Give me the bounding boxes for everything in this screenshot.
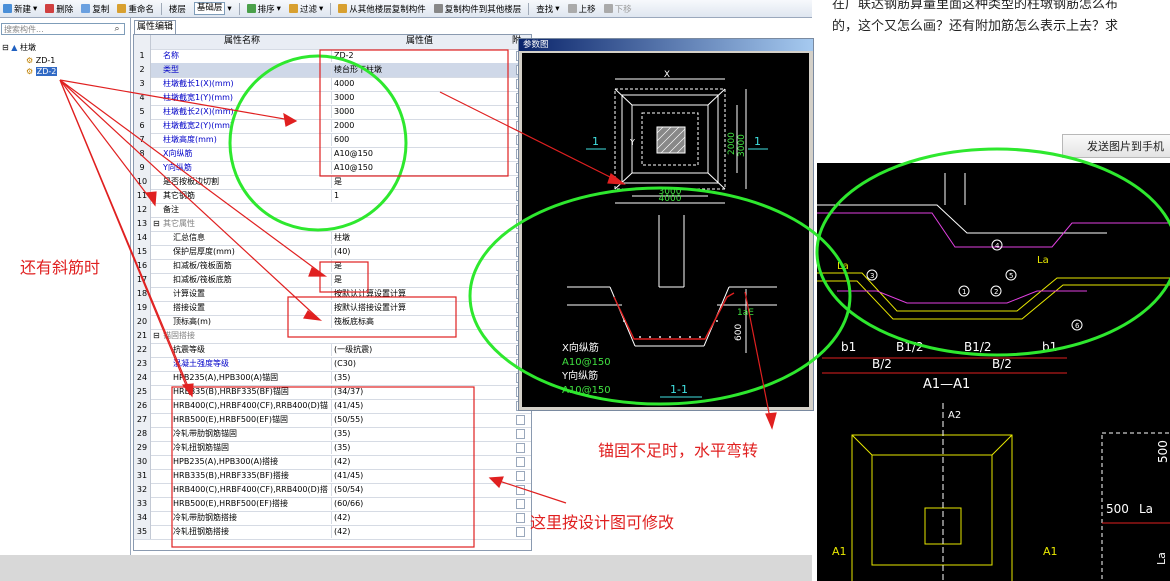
annotation-oblique-rebar: 还有斜筋时	[20, 258, 100, 277]
highlight-ellipse-cad	[815, 147, 1170, 357]
red-arrows	[59, 79, 777, 504]
highlight-ellipse-section	[468, 186, 852, 406]
annotation-editable: 这里按设计图可修改	[530, 513, 674, 532]
red-boxes	[171, 49, 509, 548]
highlight-ellipse-params	[228, 54, 408, 232]
annotation-overlay: 还有斜筋时 锚固不足时，水平弯转 这里按设计图可修改	[20, 49, 1170, 548]
annotation-anchor-bend: 锚固不足时，水平弯转	[598, 441, 758, 460]
